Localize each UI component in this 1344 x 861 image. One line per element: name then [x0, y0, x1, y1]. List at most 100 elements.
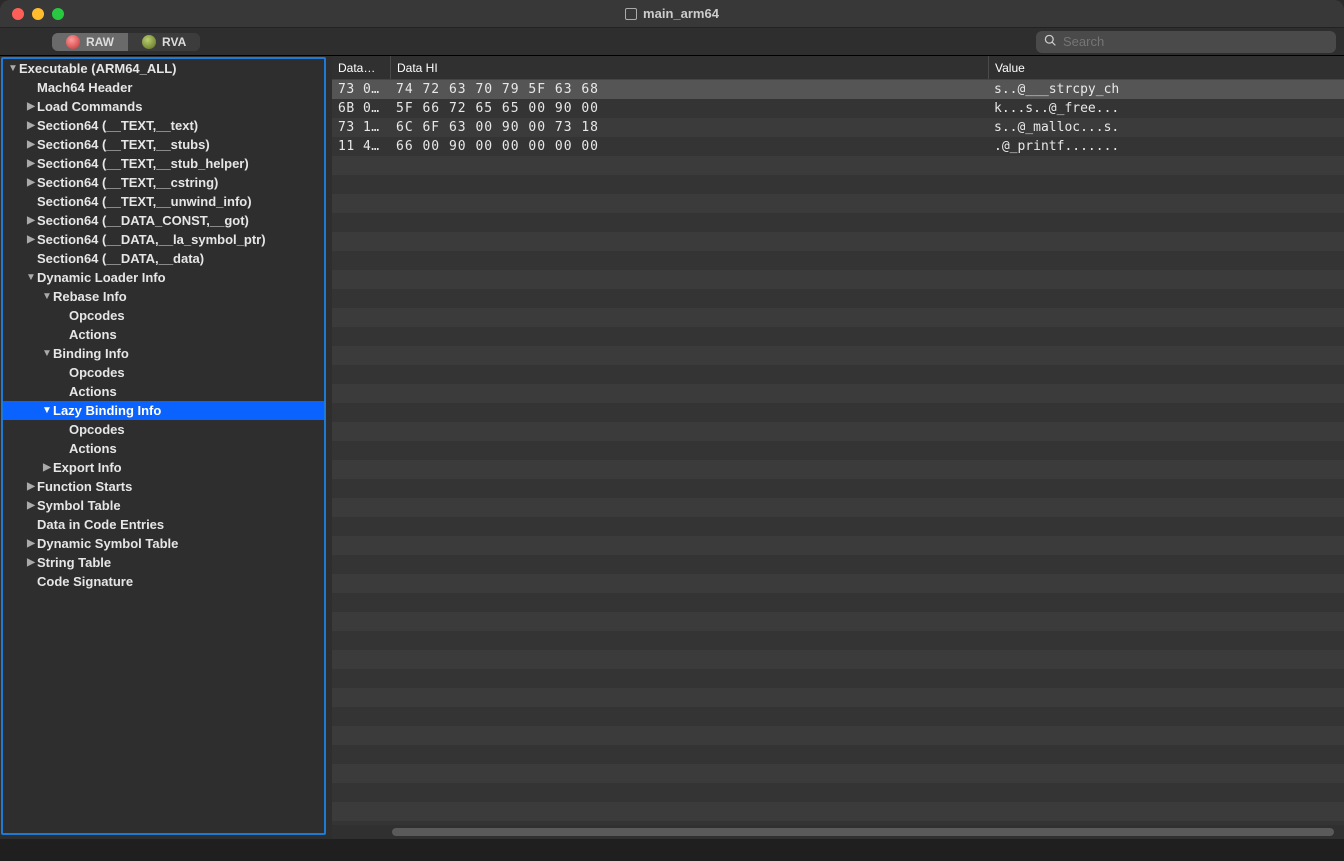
chevron-right-icon[interactable]: ▶: [25, 557, 37, 568]
tree-node-label: Load Commands: [37, 99, 142, 114]
tree-node[interactable]: ▶Load Commands: [3, 97, 324, 116]
table-row-empty: [332, 745, 1344, 764]
tree-node-label: Function Starts: [37, 479, 132, 494]
chevron-right-icon[interactable]: ▶: [25, 215, 37, 226]
chevron-down-icon[interactable]: ▼: [7, 63, 19, 74]
tree-node[interactable]: ▼Rebase Info: [3, 287, 324, 306]
minimize-icon[interactable]: [32, 8, 44, 20]
table-row[interactable]: 73 1…6C 6F 63 00 90 00 73 18s..@_malloc.…: [332, 118, 1344, 137]
chevron-right-icon[interactable]: ▶: [41, 462, 53, 473]
search-input[interactable]: [1063, 34, 1328, 49]
body: ▼Executable (ARM64_ALL)Mach64 Header▶Loa…: [0, 56, 1344, 839]
tree-node[interactable]: ▶Section64 (__TEXT,__cstring): [3, 173, 324, 192]
tree-node[interactable]: ▶Section64 (__TEXT,__text): [3, 116, 324, 135]
column-header-data-lo[interactable]: Data…: [332, 56, 390, 79]
main-panel: Data… Data HI Value 73 0…74 72 63 70 79 …: [332, 56, 1344, 839]
table-row[interactable]: 6B 0…5F 66 72 65 65 00 90 00k...s..@_fre…: [332, 99, 1344, 118]
tree-node[interactable]: Actions: [3, 439, 324, 458]
cell-a: 73 0…: [332, 82, 390, 97]
horizontal-scrollbar[interactable]: [332, 825, 1344, 839]
table-row[interactable]: 11 4…66 00 90 00 00 00 00 00.@_printf...…: [332, 137, 1344, 156]
tree-node[interactable]: Actions: [3, 325, 324, 344]
document-icon: [625, 8, 637, 20]
tree-node[interactable]: Code Signature: [3, 572, 324, 591]
tree-node[interactable]: Data in Code Entries: [3, 515, 324, 534]
toolbar: RAW RVA: [0, 28, 1344, 56]
tree-node-label: Actions: [69, 327, 117, 342]
tree-node[interactable]: ▼Binding Info: [3, 344, 324, 363]
column-header-value[interactable]: Value: [988, 56, 1344, 79]
table-row-empty: [332, 536, 1344, 555]
tree-node[interactable]: ▶Symbol Table: [3, 496, 324, 515]
tree-node[interactable]: ▼Dynamic Loader Info: [3, 268, 324, 287]
chevron-right-icon[interactable]: ▶: [25, 101, 37, 112]
tree-node[interactable]: Opcodes: [3, 420, 324, 439]
raw-icon: [66, 35, 80, 49]
table-row-empty: [332, 669, 1344, 688]
tree-node-label: Section64 (__DATA_CONST,__got): [37, 213, 249, 228]
tree-node[interactable]: ▶Export Info: [3, 458, 324, 477]
tree-node[interactable]: ▶Section64 (__DATA,__la_symbol_ptr): [3, 230, 324, 249]
cell-c: s..@_malloc...s.: [988, 120, 1344, 135]
table-row-empty: [332, 593, 1344, 612]
chevron-down-icon[interactable]: ▼: [41, 291, 53, 302]
chevron-right-icon[interactable]: ▶: [25, 481, 37, 492]
tree-node[interactable]: ▼Executable (ARM64_ALL): [3, 59, 324, 78]
chevron-right-icon[interactable]: ▶: [25, 120, 37, 131]
tree-node-label: Executable (ARM64_ALL): [19, 61, 176, 76]
table-row-empty: [332, 555, 1344, 574]
table-row-empty: [332, 422, 1344, 441]
chevron-down-icon[interactable]: ▼: [41, 348, 53, 359]
table-row-empty: [332, 479, 1344, 498]
column-headers[interactable]: Data… Data HI Value: [332, 56, 1344, 80]
maximize-icon[interactable]: [52, 8, 64, 20]
tree-node[interactable]: Opcodes: [3, 306, 324, 325]
chevron-down-icon[interactable]: ▼: [41, 405, 53, 416]
tree-node[interactable]: Section64 (__TEXT,__unwind_info): [3, 192, 324, 211]
close-icon[interactable]: [12, 8, 24, 20]
table-row-empty: [332, 308, 1344, 327]
tree-node[interactable]: Section64 (__DATA,__data): [3, 249, 324, 268]
scrollbar-thumb[interactable]: [392, 828, 1334, 836]
tree-node-label: Export Info: [53, 460, 122, 475]
column-header-data-hi[interactable]: Data HI: [390, 56, 988, 79]
tree-node-label: Rebase Info: [53, 289, 127, 304]
table-row[interactable]: 73 0…74 72 63 70 79 5F 63 68s..@___strcp…: [332, 80, 1344, 99]
chevron-right-icon[interactable]: ▶: [25, 500, 37, 511]
table-row-empty: [332, 441, 1344, 460]
segment-raw[interactable]: RAW: [52, 33, 128, 51]
cell-a: 6B 0…: [332, 101, 390, 116]
table-row-empty: [332, 289, 1344, 308]
table-row-empty: [332, 384, 1344, 403]
titlebar[interactable]: main_arm64: [0, 0, 1344, 28]
chevron-right-icon[interactable]: ▶: [25, 158, 37, 169]
tree-node-label: Opcodes: [69, 365, 125, 380]
chevron-right-icon[interactable]: ▶: [25, 234, 37, 245]
tree-node[interactable]: ▶Section64 (__TEXT,__stub_helper): [3, 154, 324, 173]
tree-node[interactable]: ▼Lazy Binding Info: [3, 401, 324, 420]
tree-node[interactable]: ▶Section64 (__TEXT,__stubs): [3, 135, 324, 154]
chevron-down-icon[interactable]: ▼: [25, 272, 37, 283]
tree-node-label: Binding Info: [53, 346, 129, 361]
tree-node-label: Code Signature: [37, 574, 133, 589]
table-row-empty: [332, 232, 1344, 251]
chevron-right-icon[interactable]: ▶: [25, 139, 37, 150]
table-row-empty: [332, 156, 1344, 175]
tree-node[interactable]: Opcodes: [3, 363, 324, 382]
table-row-empty: [332, 251, 1344, 270]
data-rows[interactable]: 73 0…74 72 63 70 79 5F 63 68s..@___strcp…: [332, 80, 1344, 825]
tree-node-label: Actions: [69, 441, 117, 456]
tree-node-label: Lazy Binding Info: [53, 403, 161, 418]
tree-node[interactable]: ▶Dynamic Symbol Table: [3, 534, 324, 553]
search-field[interactable]: [1036, 31, 1336, 53]
tree-node[interactable]: Actions: [3, 382, 324, 401]
tree-node[interactable]: ▶Function Starts: [3, 477, 324, 496]
tree-node[interactable]: ▶Section64 (__DATA_CONST,__got): [3, 211, 324, 230]
sidebar-tree[interactable]: ▼Executable (ARM64_ALL)Mach64 Header▶Loa…: [1, 57, 326, 835]
cell-b: 6C 6F 63 00 90 00 73 18: [390, 120, 988, 135]
chevron-right-icon[interactable]: ▶: [25, 177, 37, 188]
chevron-right-icon[interactable]: ▶: [25, 538, 37, 549]
segment-rva[interactable]: RVA: [128, 33, 200, 51]
tree-node[interactable]: Mach64 Header: [3, 78, 324, 97]
tree-node[interactable]: ▶String Table: [3, 553, 324, 572]
